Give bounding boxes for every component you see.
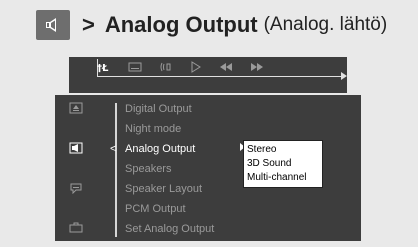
menu-item-digital-output[interactable]: Digital Output — [125, 103, 192, 115]
option-3d-sound[interactable]: 3D Sound — [247, 158, 291, 169]
menu-item-analog-output[interactable]: Analog Output — [125, 143, 195, 155]
menu-item-pcm-output[interactable]: PCM Output — [125, 203, 186, 215]
heading-arrow: > — [82, 12, 95, 37]
option-stereo[interactable]: Stereo — [247, 144, 276, 155]
analog-output-options: Stereo 3D Sound Multi-channel — [243, 140, 323, 188]
osd-menu-panel: < Digital Output Night mode Analog Outpu… — [55, 95, 361, 241]
play-icon[interactable] — [190, 61, 202, 73]
subtitle-setup-icon[interactable] — [67, 181, 85, 195]
setup-sidebar — [55, 95, 97, 241]
option-multi-channel[interactable]: Multi-channel — [247, 172, 306, 183]
audio-setup-icon[interactable] — [67, 141, 85, 155]
general-setup-icon[interactable] — [67, 101, 85, 115]
menu-help-text: Set Analog Output — [125, 223, 215, 235]
fast-forward-icon[interactable] — [250, 62, 264, 72]
menu-item-speaker-layout[interactable]: Speaker Layout — [125, 183, 202, 195]
page-subtitle: (Analog. lähtö) — [263, 14, 388, 35]
osd-top-bar: †Ł — [69, 57, 347, 93]
speaker-icon — [36, 10, 70, 40]
menu-item-night-mode[interactable]: Night mode — [125, 123, 181, 135]
left-pointer-icon: < — [110, 143, 117, 155]
audio-icon[interactable] — [159, 61, 173, 73]
settings-icon[interactable]: †Ł — [97, 61, 111, 73]
preference-icon[interactable] — [67, 220, 85, 234]
subtitle-icon[interactable] — [128, 62, 142, 72]
top-bar-horizontal-line — [97, 76, 345, 77]
heading: > Analog Output (Analog. lähtö) — [36, 5, 387, 45]
menu-item-speakers[interactable]: Speakers — [125, 163, 171, 175]
menu-divider — [115, 103, 117, 237]
rewind-icon[interactable] — [219, 62, 233, 72]
top-bar-icons: †Ł — [97, 60, 281, 74]
page-title: Analog Output — [104, 12, 258, 37]
svg-text:†Ł: †Ł — [97, 63, 109, 73]
top-bar-arrow-icon — [341, 72, 347, 80]
